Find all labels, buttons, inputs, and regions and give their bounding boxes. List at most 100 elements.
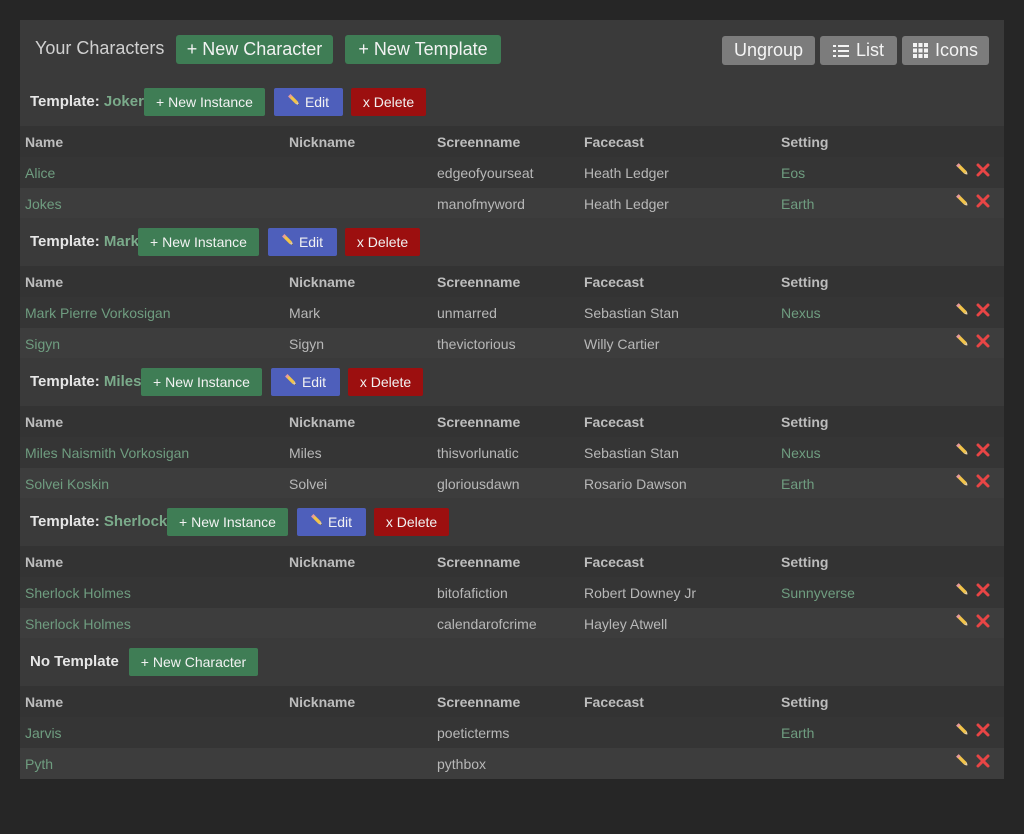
setting-link[interactable]: Earth [781, 196, 814, 212]
column-header-facecast: Facecast [584, 554, 644, 570]
table-row: Jarvis poeticterms Earth [20, 717, 1004, 748]
table-header: Name Nickname Screenname Facecast Setting [20, 406, 1004, 437]
delete-template-button[interactable]: x Delete [348, 368, 423, 396]
table-row: Sherlock Holmes bitofafiction Robert Downe… [20, 577, 1004, 608]
new-character-button-no-template[interactable]: + New Character [129, 648, 258, 676]
cell-screenname: edgeofyourseat [437, 165, 534, 181]
delete-x-icon[interactable] [976, 334, 990, 348]
edit-pencil-icon[interactable] [956, 614, 972, 630]
character-name-link[interactable]: Solvei Koskin [25, 476, 109, 492]
cell-facecast: Robert Downey Jr [584, 585, 697, 601]
character-name-link[interactable]: Miles Naismith Vorkosigan [25, 445, 189, 461]
edit-template-button[interactable]: Edit [268, 228, 337, 256]
column-header-facecast: Facecast [584, 274, 644, 290]
delete-x-icon[interactable] [976, 723, 990, 737]
edit-pencil-icon[interactable] [956, 443, 972, 459]
delete-x-icon[interactable] [976, 303, 990, 317]
setting-link[interactable]: Sunnyverse [781, 585, 855, 601]
ungroup-button[interactable]: Ungroup [722, 36, 815, 65]
cell-nickname: Miles [289, 445, 322, 461]
delete-x-icon[interactable] [976, 194, 990, 208]
delete-x-icon[interactable] [976, 614, 990, 628]
setting-link[interactable]: Eos [781, 165, 805, 181]
column-header-facecast: Facecast [584, 134, 644, 150]
new-template-button[interactable]: + New Template [345, 35, 501, 64]
edit-pencil-icon[interactable] [956, 474, 972, 490]
edit-pencil-icon[interactable] [956, 194, 972, 210]
cell-facecast: Rosario Dawson [584, 476, 687, 492]
delete-x-icon[interactable] [976, 163, 990, 177]
cell-screenname: poeticterms [437, 725, 510, 741]
edit-template-button[interactable]: Edit [297, 508, 366, 536]
template-prefix: Template: [30, 373, 100, 390]
character-name-link[interactable]: Pyth [25, 756, 53, 772]
column-header-nickname: Nickname [289, 694, 356, 710]
edit-pencil-icon[interactable] [956, 583, 972, 599]
template-header: Template: Joker + New Instance Edit x Delet… [20, 78, 1004, 126]
delete-x-icon[interactable] [976, 754, 990, 768]
character-name-link[interactable]: Mark Pierre Vorkosigan [25, 305, 171, 321]
delete-template-button[interactable]: x Delete [351, 88, 426, 116]
character-name-link[interactable]: Sherlock Holmes [25, 585, 131, 601]
setting-link[interactable]: Earth [781, 476, 814, 492]
new-instance-button[interactable]: + New Instance [144, 88, 265, 116]
column-header-name: Name [25, 274, 64, 290]
new-character-button[interactable]: + New Character [176, 35, 333, 64]
table-row: Sherlock Holmes calendarofcrime Hayley Atw… [20, 608, 1004, 639]
table-row: Pyth pythbox [20, 748, 1004, 779]
character-name-link[interactable]: Sherlock Holmes [25, 616, 131, 632]
delete-x-icon[interactable] [976, 583, 990, 597]
template-name: Mark [103, 233, 139, 250]
edit-pencil-icon[interactable] [956, 754, 972, 770]
template-name: Miles [103, 373, 142, 390]
setting-link[interactable]: Nexus [781, 305, 821, 321]
template-name: Joker [103, 93, 144, 110]
setting-link[interactable]: Nexus [781, 445, 821, 461]
table-row: Sigyn Sigyn thevictorious Willy Cartier [20, 328, 1004, 359]
page-title: Your Characters [35, 38, 165, 58]
cell-nickname: Mark [289, 305, 321, 321]
cell-nickname: Solvei [289, 476, 328, 492]
pencil-icon [311, 513, 324, 527]
delete-x-icon[interactable] [976, 474, 990, 488]
template-header: Template: Miles + New Instance Edit x Delet… [20, 358, 1004, 406]
edit-pencil-icon[interactable] [956, 334, 972, 350]
delete-x-icon[interactable] [976, 443, 990, 457]
new-instance-button[interactable]: + New Instance [138, 228, 259, 256]
setting-link[interactable]: Earth [781, 725, 814, 741]
table-row: Solvei Koskin Solvei gloriousdawn Rosario D… [20, 468, 1004, 499]
cell-screenname: calendarofcrime [437, 616, 537, 632]
cell-screenname: bitofafiction [437, 585, 508, 601]
no-template-header: No Template + New Character [20, 638, 1004, 686]
new-instance-button[interactable]: + New Instance [167, 508, 288, 536]
character-name-link[interactable]: Sigyn [25, 336, 60, 352]
edit-pencil-icon[interactable] [956, 163, 972, 179]
edit-label: Edit [301, 374, 327, 390]
edit-pencil-icon[interactable] [956, 723, 972, 739]
template-prefix: Template: [30, 93, 100, 110]
cell-facecast: Heath Ledger [584, 196, 669, 212]
list-icon [832, 44, 849, 58]
character-name-link[interactable]: Alice [25, 165, 55, 181]
characters-panel: Your Characters + New Character + New Te… [20, 20, 1004, 779]
delete-template-button[interactable]: x Delete [345, 228, 420, 256]
grid-icon [912, 43, 928, 58]
list-view-label: List [855, 40, 884, 60]
column-header-screenname: Screenname [437, 274, 521, 290]
edit-template-button[interactable]: Edit [271, 368, 340, 396]
new-instance-button[interactable]: + New Instance [141, 368, 262, 396]
cell-facecast: Sebastian Stan [584, 445, 679, 461]
column-header-nickname: Nickname [289, 554, 356, 570]
edit-pencil-icon[interactable] [956, 303, 972, 319]
pencil-icon [288, 93, 301, 107]
edit-template-button[interactable]: Edit [274, 88, 343, 116]
template-header: Template: Sherlock + New Instance Edit x De… [20, 498, 1004, 546]
table-header: Name Nickname Screenname Facecast Setting [20, 686, 1004, 717]
column-header-name: Name [25, 414, 64, 430]
character-name-link[interactable]: Jarvis [25, 725, 62, 741]
list-view-button[interactable]: List [820, 36, 897, 65]
character-name-link[interactable]: Jokes [25, 196, 62, 212]
icons-view-button[interactable]: Icons [902, 36, 989, 65]
template-label: Template: Miles [30, 373, 141, 390]
delete-template-button[interactable]: x Delete [374, 508, 449, 536]
